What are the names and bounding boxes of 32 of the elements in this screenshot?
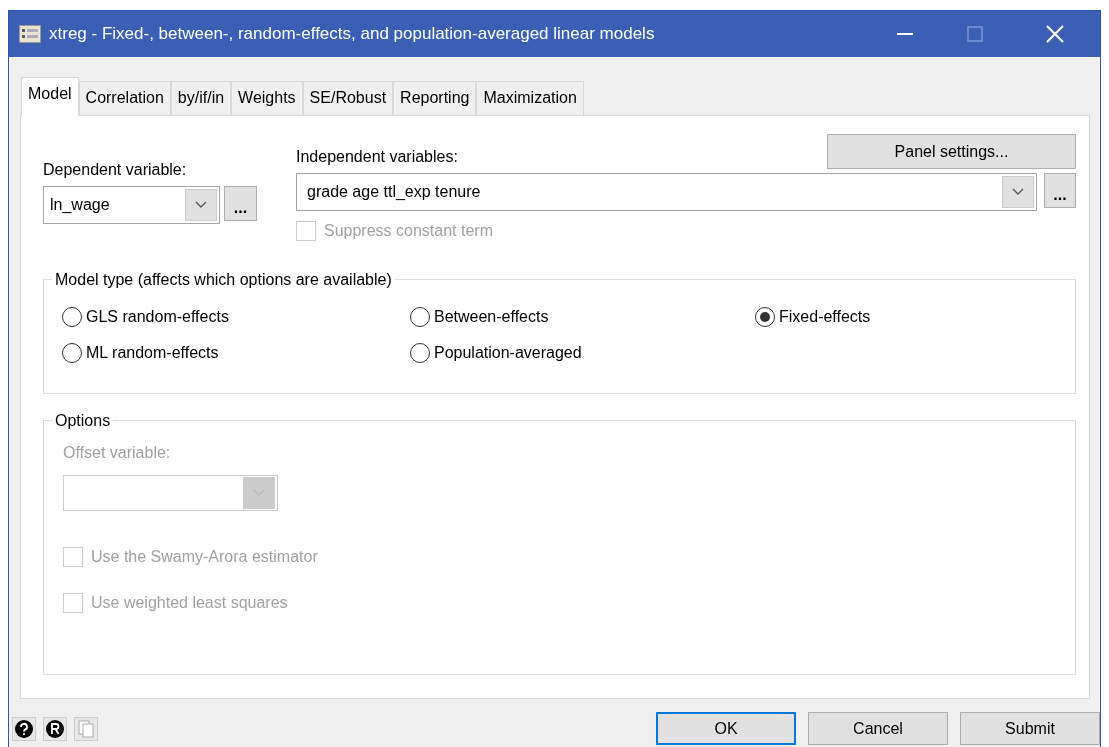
radio-label: Population-averaged	[434, 343, 582, 363]
field-label: Independent variables:	[296, 147, 458, 167]
window-title: xtreg - Fixed-, between-, random-effects, and population-averaged linear models	[49, 23, 656, 46]
tab[interactable]: by/if/in	[170, 81, 232, 115]
dropdown-field[interactable]: grade age ttl_exp tenure	[296, 173, 1037, 211]
field-label: Dependent variable:	[43, 160, 187, 180]
dialog-button[interactable]: Submit	[960, 712, 1100, 745]
radio-label: Fixed-effects	[779, 307, 871, 327]
checkbox-label: Use the Swamy-Arora estimator	[91, 547, 318, 567]
reset-icon[interactable]	[43, 716, 67, 741]
tab[interactable]: Weights	[231, 81, 303, 115]
tab[interactable]: SE/Robust	[302, 81, 394, 115]
dialog-button[interactable]: OK	[656, 712, 796, 745]
dialog-button[interactable]: Cancel	[808, 712, 948, 745]
browse-button[interactable]: ...	[1044, 173, 1076, 208]
help-icon[interactable]	[12, 716, 36, 741]
radio-label: Between-effects	[434, 307, 549, 327]
field-label: Offset variable:	[63, 443, 171, 463]
radio-label: GLS random-effects	[86, 307, 229, 327]
field-value: grade age ttl_exp tenure	[307, 182, 481, 202]
browse-button[interactable]: ...	[224, 186, 257, 221]
tab[interactable]: Maximization	[476, 81, 584, 115]
tab[interactable]: Model	[21, 77, 79, 116]
app-icon	[19, 25, 41, 43]
checkbox-label: Use weighted least squares	[91, 593, 288, 613]
tab[interactable]: Correlation	[78, 81, 171, 115]
field-value: ln_wage	[50, 195, 110, 215]
dropdown-field[interactable]: ln_wage	[43, 186, 220, 224]
radio-label: ML random-effects	[86, 343, 219, 363]
checkbox-label: Suppress constant term	[324, 221, 493, 241]
panel-settings-button[interactable]: Panel settings...	[827, 134, 1076, 169]
tab[interactable]: Reporting	[393, 81, 477, 115]
